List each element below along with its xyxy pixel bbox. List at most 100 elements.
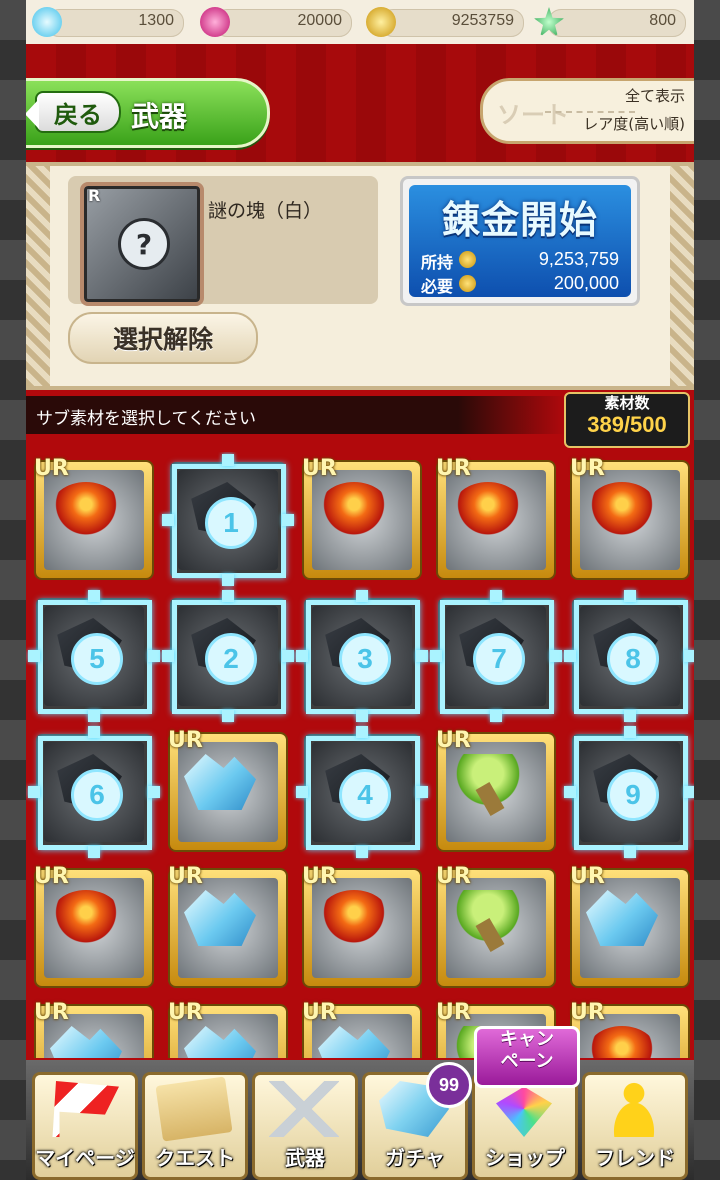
owned-value: 9,253,759 [538, 249, 619, 269]
selection-frame-tick [28, 786, 40, 798]
selection-frame-tick [282, 650, 294, 662]
crossed-swords-icon [269, 1081, 339, 1137]
coin-icon [459, 251, 476, 268]
material-slot[interactable]: UR [168, 864, 286, 986]
nav-label: クエスト [155, 1146, 235, 1170]
selection-frame-tick [222, 454, 234, 466]
material-slot[interactable]: UR [302, 864, 420, 986]
material-slot[interactable]: UR [168, 1000, 286, 1058]
rarity-badge: UR [436, 864, 471, 889]
campaign-label-line2: ペーン [500, 1051, 554, 1072]
material-count-label: 素材数 [604, 394, 650, 412]
selection-frame-tick [624, 710, 636, 722]
material-tile: UR [168, 864, 286, 986]
rarity-badge: UR [34, 456, 69, 481]
material-slot-selected[interactable]: 8 [564, 590, 694, 722]
page-title: 武器 [131, 100, 188, 133]
fire-material-icon [50, 890, 122, 946]
sort-order-value: レア度(高い順) [583, 115, 685, 133]
rarity-badge: UR [570, 1000, 605, 1025]
selection-frame-tick [148, 786, 160, 798]
material-slot-selected[interactable]: 5 [28, 590, 160, 722]
material-tile: UR [302, 864, 420, 986]
selection-frame-tick [356, 846, 368, 858]
back-arrow-icon [26, 99, 39, 129]
panel-border-left [26, 166, 50, 386]
nav-weapon[interactable]: 武器 [252, 1072, 358, 1180]
material-slot[interactable]: UR [570, 864, 688, 986]
material-slot[interactable]: UR [436, 456, 554, 578]
diamond-count: 1300 [138, 12, 174, 29]
rarity-badge: UR [34, 864, 69, 889]
material-slot-selected[interactable]: 9 [564, 726, 694, 858]
selection-frame-tick [162, 514, 174, 526]
selection-frame-tick [356, 590, 368, 602]
selection-frame-tick [88, 726, 100, 738]
material-slot[interactable]: UR [436, 864, 554, 986]
material-tile: UR [34, 864, 152, 986]
selection-frame-tick [222, 590, 234, 602]
pink-gem-count: 20000 [297, 12, 343, 29]
selection-order-badge: 3 [339, 633, 391, 685]
material-slot[interactable]: UR [34, 1000, 152, 1058]
instruction-bar: サブ素材を選択してください [26, 396, 566, 434]
campaign-button[interactable]: キャン ペーン [474, 1026, 580, 1088]
gems-icon [496, 1086, 552, 1137]
selection-frame-tick [684, 786, 694, 798]
campaign-label-line1: キャン [500, 1029, 554, 1050]
rarity-badge: UR [168, 728, 203, 753]
rarity-badge: UR [436, 1000, 471, 1025]
rarity-badge: UR [570, 456, 605, 481]
material-slot[interactable]: UR [570, 1000, 688, 1058]
material-slot[interactable]: UR [302, 1000, 420, 1058]
material-slot-selected[interactable]: 4 [296, 726, 428, 858]
selection-frame-tick [148, 650, 160, 662]
back-button[interactable]: 戻る [26, 91, 121, 133]
currency-gold: 9253759 [366, 7, 524, 37]
material-slot-selected[interactable]: 6 [28, 726, 160, 858]
material-slot-selected[interactable]: 7 [430, 590, 562, 722]
currency-bar: 1300 20000 9253759 800 [26, 0, 694, 46]
deselect-button[interactable]: 選択解除 [68, 312, 258, 364]
currency-star: 800 [534, 7, 686, 37]
material-slot[interactable]: UR [168, 728, 286, 850]
pink-gem-icon [200, 7, 230, 37]
sort-button[interactable]: ソート 全て表示 レア度(高い順) [480, 78, 694, 144]
selection-order-badge: 7 [473, 633, 525, 685]
nav-quest[interactable]: クエスト [142, 1072, 248, 1180]
material-slot[interactable]: UR [436, 728, 554, 850]
nav-friend[interactable]: フレンド [582, 1072, 688, 1180]
material-slot-selected[interactable]: 1 [162, 454, 294, 586]
material-slot-selected[interactable]: 2 [162, 590, 294, 722]
material-tile: UR [34, 456, 152, 578]
material-tile: UR [302, 1000, 420, 1058]
material-slot[interactable]: UR [570, 456, 688, 578]
selection-frame-tick [28, 650, 40, 662]
material-slot-selected[interactable]: 3 [296, 590, 428, 722]
app-screen: 1300 20000 9253759 800 戻る 武器 ソート 全て表示 レア… [26, 0, 694, 1180]
material-tile: UR [302, 456, 420, 578]
back-label: 戻る [54, 100, 102, 129]
material-slot[interactable]: UR [34, 456, 152, 578]
leaf-material-icon [452, 754, 524, 810]
rarity-badge: UR [436, 728, 471, 753]
material-count-box: 素材数 389/500 [564, 392, 690, 448]
material-grid: UR 1 UR UR UR 5 2 3 7 8 6 UR 4 UR 9 UR UR UR UR UR UR UR UR UR U… [26, 452, 694, 1058]
material-tile: UR [570, 864, 688, 986]
material-slot[interactable]: UR [302, 456, 420, 578]
material-slot[interactable]: UR [34, 864, 152, 986]
owned-label: 所持 [421, 253, 454, 272]
currency-pink-gem: 20000 [200, 7, 352, 37]
nav-shop[interactable]: ショップ [472, 1072, 578, 1180]
fire-material-icon [50, 482, 122, 538]
selection-frame-tick [296, 650, 308, 662]
selected-item-name: 謎の塊（白） [208, 200, 323, 222]
gold-coin-icon [366, 7, 396, 37]
start-refine-button[interactable]: 錬金開始 所持 9,253,759 必要 200,000 [400, 176, 640, 306]
back-tab: 戻る 武器 [26, 78, 270, 148]
person-icon [599, 1081, 669, 1137]
star-count: 800 [649, 12, 676, 29]
nav-mypage[interactable]: マイページ [32, 1072, 138, 1180]
selected-item-icon[interactable]: R ? [80, 182, 204, 306]
currency-diamond: 1300 [32, 7, 184, 37]
